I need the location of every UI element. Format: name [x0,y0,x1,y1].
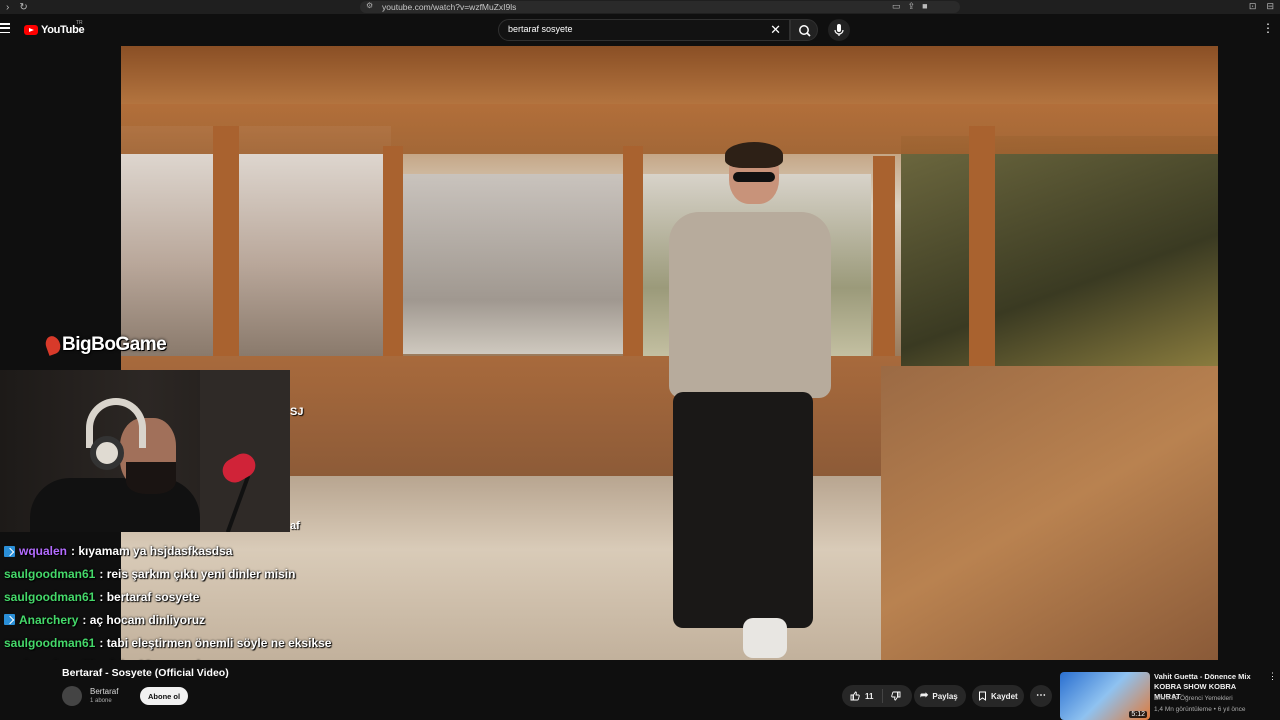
chat-text: : reis şarkım çıktı yeni dinler misin [99,567,296,582]
chat-text: : kıyamam ya hsjdasfkasdsa [71,544,233,559]
share-button[interactable]: ➦ Paylaş [914,685,966,707]
like-count: 11 [865,691,874,701]
chat-message: saulgoodman61: tabi eleştirmen önemli sö… [4,631,344,654]
chat-username: wqualen [19,544,68,559]
youtube-logo[interactable]: YouTube TR [24,20,85,36]
video-scene-roof [121,46,1218,104]
chat-text: : aç hocam dinliyoruz [82,612,206,627]
address-bar-url: youtube.com/watch?v=wzfMuZxI9ls [382,2,517,12]
subscribe-button[interactable]: Abone ol [140,687,189,705]
dislike-button[interactable] [883,689,901,703]
extension-icons: ▭ ⇪ ■ [892,1,928,12]
like-button[interactable]: 11 [842,689,884,703]
search-query: bertaraf sosyete [508,24,573,34]
more-horizontal-icon: ⋯ [1036,690,1046,701]
video-title: Bertaraf - Sosyete (Official Video) [62,667,229,679]
channel-avatar[interactable] [62,686,82,706]
recommended-duration: 5:12 [1129,711,1147,718]
downloads-icon[interactable]: ⊡ [1249,1,1257,12]
browser-nav: › ↻ [0,2,40,13]
chat-badge-icon [4,545,15,557]
video-scene-buildings-mid [401,174,631,354]
youtube-play-icon [24,25,38,35]
site-info-icon[interactable]: ⚙ [366,1,373,10]
search-button[interactable] [790,19,818,41]
partial-chat-text: af [290,520,300,532]
video-performer [669,142,837,660]
streamer-webcam [0,370,290,532]
save-label: Kaydet [991,691,1018,701]
thumbs-down-icon [891,691,901,701]
recommended-channel[interactable]: Emre İle Öğrenci Yemekleri [1154,695,1233,702]
brand-logo-icon [43,334,63,356]
chat-username: Anarchery [19,612,79,627]
partial-chat-text: SJ [290,406,304,418]
share-page-icon[interactable]: ⇪ [908,1,916,12]
brand-logo-text: BigBoGame [62,334,167,355]
browser-toolbar: › ↻ ⚙ youtube.com/watch?v=wzfMuZxI9ls ▭ … [0,0,1280,14]
channel-name[interactable]: Bertaraf [90,687,118,696]
chat-message: wqualen: kıyamam ya hsjdasfkasdsa [4,540,344,563]
share-label: Paylaş [932,691,958,701]
video-info-bar: Bertaraf - Sosyete (Official Video) Bert… [0,660,1280,720]
video-scene-buildings-left [121,126,391,356]
menu-icon[interactable] [0,23,10,33]
chat-message: saulgoodman61: reis şarkım çıktı yeni di… [4,563,344,586]
bookmark-icon [979,691,986,701]
recommended-meta: 1,4 Mn görüntüleme • 6 yıl önce [1154,706,1246,713]
chat-message: saulgoodman61: bertaraf sosyete [4,586,344,609]
recommended-menu-icon[interactable]: ⋮ [1268,672,1277,681]
chat-username: saulgoodman61 [4,589,96,604]
more-actions-button[interactable]: ⋯ [1030,685,1052,707]
forward-icon[interactable]: › [6,2,9,13]
video-scene-wall [881,366,1218,660]
youtube-header: YouTube TR bertaraf sosyete ✕ ⋮ [0,14,1280,46]
settings-menu-icon[interactable]: ⋮ [1262,22,1274,34]
cast-icon[interactable]: ▭ [892,1,901,12]
chat-badge-icon [4,614,15,626]
like-dislike-group: 11 [842,685,912,707]
country-code: TR [76,20,83,26]
recommended-thumbnail[interactable]: 5:12 [1060,672,1150,720]
chat-username: saulgoodman61 [4,567,96,582]
share-icon: ➦ [920,690,929,701]
chat-text: : tabi eleştirmen önemli söyle ne eksiks… [99,635,332,650]
chat-text: : bertaraf sosyete [99,589,200,604]
clear-search-icon[interactable]: ✕ [770,22,781,38]
address-bar[interactable]: ⚙ youtube.com/watch?v=wzfMuZxI9ls [360,1,960,13]
page: › ↻ ⚙ youtube.com/watch?v=wzfMuZxI9ls ▭ … [0,0,1280,720]
microphone-icon [834,24,844,36]
voice-search-button[interactable] [828,19,850,41]
reload-icon[interactable]: ↻ [19,2,27,13]
thumbs-up-icon [850,691,860,701]
search-input[interactable]: bertaraf sosyete ✕ [498,19,790,41]
save-button[interactable]: Kaydet [972,685,1024,707]
subscriber-count: 1 abone [90,698,112,704]
search-icon [799,25,811,37]
chat-message: Anarchery: aç hocam dinliyoruz [4,608,344,631]
browser-actions: ⊡ ⊟ [1249,1,1274,12]
library-icon[interactable]: ⊟ [1266,1,1274,12]
stream-brand-logo: BigBoGame [43,334,167,356]
extension-icon[interactable]: ■ [922,1,927,12]
chat-username: saulgoodman61 [4,635,96,650]
